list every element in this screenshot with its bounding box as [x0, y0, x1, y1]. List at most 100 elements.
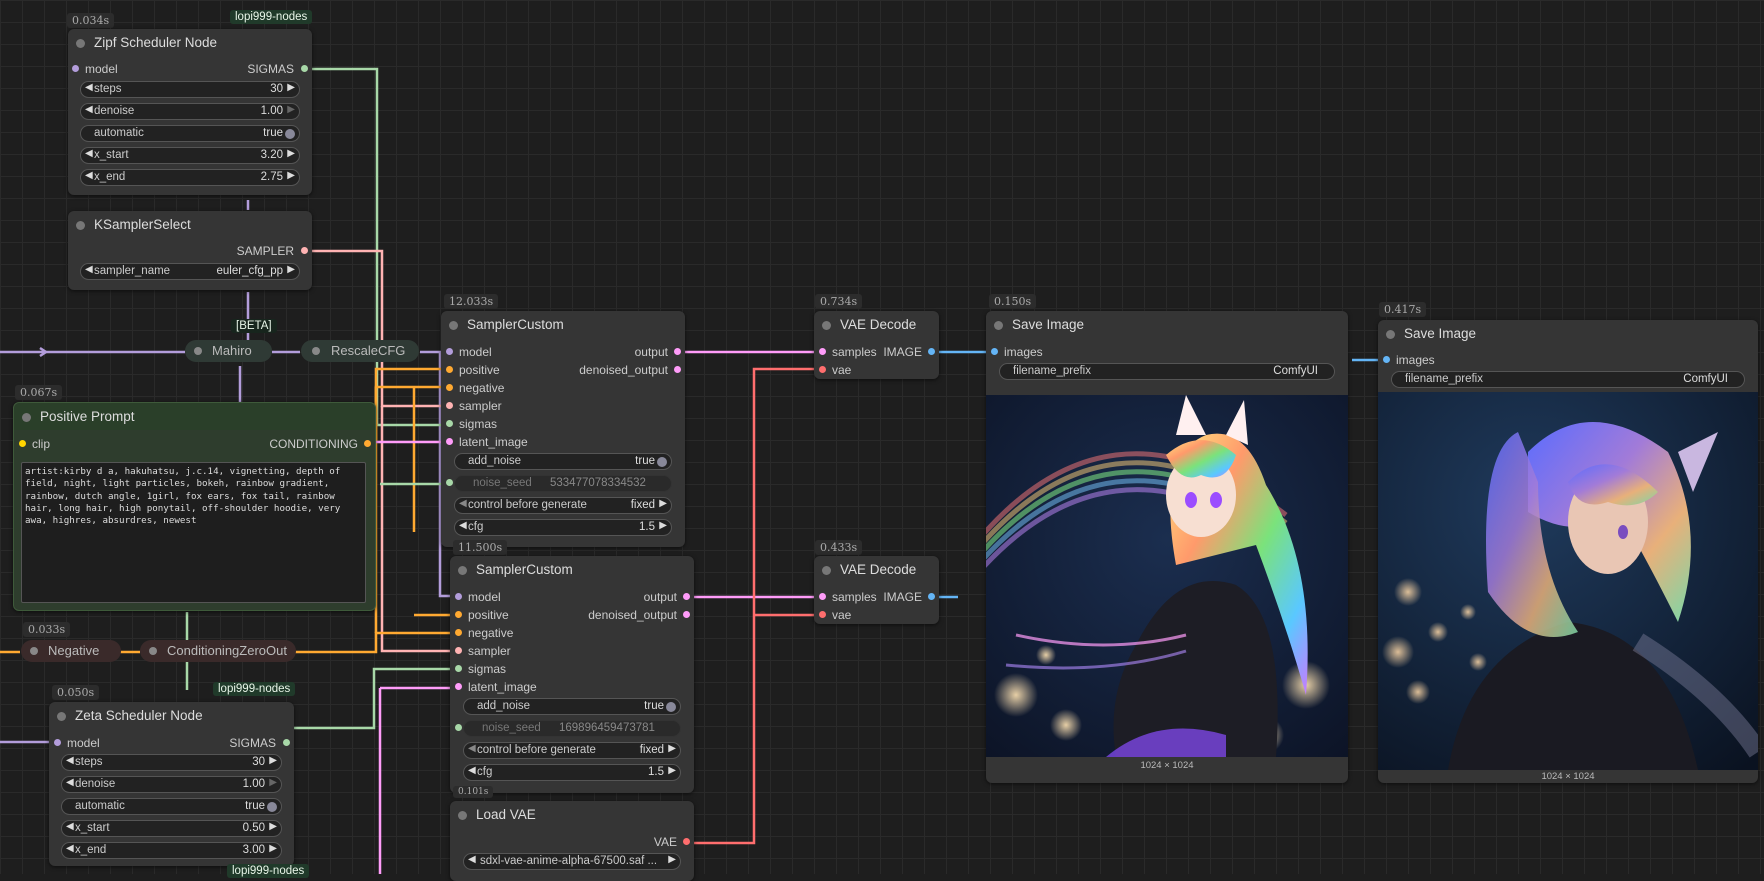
increment-arrow-icon[interactable]: ▶ [287, 104, 295, 115]
model-input-socket[interactable] [446, 348, 453, 355]
cfg-widget[interactable]: ◀ cfg 1.5 ▶ [454, 519, 672, 536]
clip-input-socket[interactable] [19, 440, 26, 447]
denoise-widget[interactable]: ◀ denoise 1.00 ▶ [61, 776, 282, 793]
cfg-widget[interactable]: ◀ cfg 1.5 ▶ [463, 764, 681, 781]
sigmas-input-socket[interactable] [446, 420, 453, 427]
image-output-socket[interactable] [928, 593, 935, 600]
sampler-custom-node-1[interactable]: SamplerCustom model positive negative sa… [441, 311, 685, 547]
noise-seed-input-socket[interactable] [455, 724, 462, 731]
decrement-arrow-icon[interactable]: ◀ [66, 755, 74, 766]
x-end-widget[interactable]: ◀ x_end 3.00 ▶ [61, 842, 282, 859]
steps-widget[interactable]: ◀ steps 30 ▶ [61, 754, 282, 771]
sampler-output-socket[interactable] [301, 247, 308, 254]
latent-input-socket[interactable] [446, 438, 453, 445]
save-image-node-2[interactable]: Save Image images filename_prefix ComfyUI… [1378, 320, 1758, 783]
collapse-dot-icon[interactable] [76, 221, 85, 230]
sampler-custom-node-2[interactable]: SamplerCustom model positive negative sa… [450, 556, 694, 793]
sampler-name-combo[interactable]: ◀ sampler_name euler_cfg_pp ▶ [80, 263, 300, 280]
positive-input-socket[interactable] [455, 611, 462, 618]
decrement-arrow-icon[interactable]: ◀ [85, 264, 93, 275]
decrement-arrow-icon[interactable]: ◀ [468, 743, 476, 754]
positive-prompt-title[interactable]: Positive Prompt [14, 403, 375, 430]
rescalecfg-node[interactable]: RescaleCFG [301, 340, 419, 362]
model-input-socket[interactable] [455, 593, 462, 600]
noise-seed-widget[interactable]: noise_seed 169896459473781 [463, 720, 681, 737]
noise-seed-input-socket[interactable] [446, 479, 453, 486]
increment-arrow-icon[interactable]: ▶ [659, 498, 667, 509]
noise-seed-widget[interactable]: noise_seed 533477078334532 [454, 475, 672, 492]
save2-title[interactable]: Save Image [1378, 320, 1758, 347]
increment-arrow-icon[interactable]: ▶ [269, 843, 277, 854]
automatic-toggle[interactable]: automatic true [80, 125, 300, 142]
negative-input-socket[interactable] [446, 384, 453, 391]
x-start-widget[interactable]: ◀ x_start 3.20 ▶ [80, 147, 300, 164]
ksampler-select-title[interactable]: KSamplerSelect [68, 211, 312, 238]
collapse-dot-icon[interactable] [458, 566, 467, 575]
filename-prefix-input[interactable]: filename_prefix ComfyUI [1391, 371, 1745, 388]
decrement-arrow-icon[interactable]: ◀ [85, 104, 93, 115]
vae-name-combo[interactable]: ◀ sdxl-vae-anime-alpha-67500.saf ... ▶ [463, 853, 681, 870]
prompt-textarea[interactable]: artist:kirby d a, hakuhatsu, j.c.14, vig… [21, 462, 366, 603]
decrement-arrow-icon[interactable]: ◀ [85, 148, 93, 159]
output-socket[interactable] [674, 348, 681, 355]
decrement-arrow-icon[interactable]: ◀ [66, 821, 74, 832]
output-socket[interactable] [683, 593, 690, 600]
zipf-scheduler-node[interactable]: Zipf Scheduler Node model SIGMAS ◀ steps 3… [68, 29, 312, 195]
add-noise-toggle[interactable]: add_noise true [454, 453, 672, 470]
control-before-generate-combo[interactable]: ◀ control before generate fixed ▶ [454, 497, 672, 514]
increment-arrow-icon[interactable]: ▶ [269, 755, 277, 766]
positive-prompt-node[interactable]: Positive Prompt clip CONDITIONING artist… [13, 402, 376, 611]
collapse-dot-icon[interactable] [822, 321, 831, 330]
negative-input-socket[interactable] [455, 629, 462, 636]
model-input-socket[interactable] [72, 65, 79, 72]
collapse-dot-icon[interactable] [76, 39, 85, 48]
image-output-socket[interactable] [928, 348, 935, 355]
vae-decode2-title[interactable]: VAE Decode [814, 556, 939, 583]
decrement-arrow-icon[interactable]: ◀ [459, 520, 467, 531]
decrement-arrow-icon[interactable]: ◀ [85, 82, 93, 93]
automatic-toggle[interactable]: automatic true [61, 798, 282, 815]
increment-arrow-icon[interactable]: ▶ [287, 82, 295, 93]
conditioning-output-socket[interactable] [364, 440, 371, 447]
samples-input-socket[interactable] [819, 593, 826, 600]
increment-arrow-icon[interactable]: ▶ [287, 170, 295, 181]
ksampler-select-node[interactable]: KSamplerSelect SAMPLER ◀ sampler_name eule… [68, 211, 312, 290]
vae-input-socket[interactable] [819, 366, 826, 373]
collapse-dot-icon[interactable] [57, 712, 66, 721]
x-start-widget[interactable]: ◀ x_start 0.50 ▶ [61, 820, 282, 837]
zipf-title[interactable]: Zipf Scheduler Node [68, 29, 312, 56]
add-noise-toggle[interactable]: add_noise true [463, 698, 681, 715]
zeta-scheduler-node[interactable]: Zeta Scheduler Node model SIGMAS ◀ steps 3… [49, 702, 294, 866]
increment-arrow-icon[interactable]: ▶ [269, 777, 277, 788]
generated-image-preview[interactable] [1378, 392, 1758, 770]
collapse-dot-icon[interactable] [994, 321, 1003, 330]
samples-input-socket[interactable] [819, 348, 826, 355]
increment-arrow-icon[interactable]: ▶ [668, 743, 676, 754]
collapse-dot-icon[interactable] [822, 566, 831, 575]
denoised-output-socket[interactable] [674, 366, 681, 373]
sigmas-output-socket[interactable] [283, 739, 290, 746]
steps-widget[interactable]: ◀ steps 30 ▶ [80, 81, 300, 98]
collapse-dot-icon[interactable] [1386, 330, 1395, 339]
generated-image-preview[interactable] [986, 395, 1348, 757]
vae-decode1-title[interactable]: VAE Decode [814, 311, 939, 338]
decrement-arrow-icon[interactable]: ◀ [468, 765, 476, 776]
increment-arrow-icon[interactable]: ▶ [668, 854, 676, 865]
increment-arrow-icon[interactable]: ▶ [269, 821, 277, 832]
denoised-output-socket[interactable] [683, 611, 690, 618]
control-before-generate-combo[interactable]: ◀ control before generate fixed ▶ [463, 742, 681, 759]
sampler1-title[interactable]: SamplerCustom [441, 311, 685, 338]
images-input-socket[interactable] [991, 348, 998, 355]
model-input-socket[interactable] [54, 739, 61, 746]
x-end-widget[interactable]: ◀ x_end 2.75 ▶ [80, 169, 300, 186]
save1-title[interactable]: Save Image [986, 311, 1348, 338]
increment-arrow-icon[interactable]: ▶ [287, 148, 295, 159]
collapse-dot-icon[interactable] [449, 321, 458, 330]
mahiro-node[interactable]: Mahiro [185, 340, 272, 362]
increment-arrow-icon[interactable]: ▶ [659, 520, 667, 531]
decrement-arrow-icon[interactable]: ◀ [459, 498, 467, 509]
decrement-arrow-icon[interactable]: ◀ [85, 170, 93, 181]
vae-decode-node-1[interactable]: VAE Decode samples vae IMAGE [814, 311, 939, 379]
latent-input-socket[interactable] [455, 683, 462, 690]
sigmas-input-socket[interactable] [455, 665, 462, 672]
